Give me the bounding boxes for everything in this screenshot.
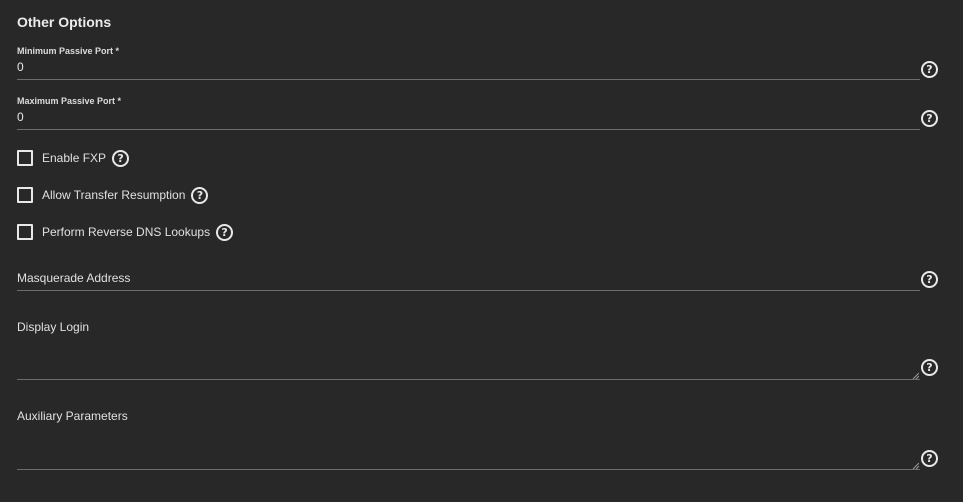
allow-transfer-resumption-help-icon[interactable]: ? xyxy=(191,186,209,204)
min-passive-port-label: Minimum Passive Port * xyxy=(17,46,120,56)
enable-fxp-row[interactable]: Enable FXP ? xyxy=(17,149,130,167)
masquerade-address-help-icon[interactable]: ? xyxy=(921,271,938,288)
masquerade-address-label: Masquerade Address xyxy=(17,271,131,285)
display-login-textarea[interactable] xyxy=(17,335,920,379)
display-login-resize-handle[interactable] xyxy=(912,372,919,379)
min-passive-port-input[interactable]: 0 xyxy=(17,59,920,75)
allow-transfer-resumption-checkbox[interactable] xyxy=(17,187,33,203)
enable-fxp-help-icon[interactable]: ? xyxy=(112,149,130,167)
max-passive-port-help-icon[interactable]: ? xyxy=(921,110,938,127)
auxiliary-parameters-underline xyxy=(17,469,920,470)
display-login-label: Display Login xyxy=(17,320,90,334)
auxiliary-parameters-textarea[interactable] xyxy=(17,424,920,469)
reverse-dns-help-icon[interactable]: ? xyxy=(216,223,234,241)
reverse-dns-checkbox[interactable] xyxy=(17,224,33,240)
max-passive-port-underline xyxy=(17,129,920,130)
auxiliary-parameters-resize-handle[interactable] xyxy=(912,462,919,469)
allow-transfer-resumption-label[interactable]: Allow Transfer Resumption xyxy=(42,188,185,202)
allow-transfer-resumption-row[interactable]: Allow Transfer Resumption ? xyxy=(17,186,209,204)
section-title: Other Options xyxy=(17,14,112,30)
auxiliary-parameters-field[interactable]: Auxiliary Parameters xyxy=(17,408,920,470)
reverse-dns-label[interactable]: Perform Reverse DNS Lookups xyxy=(42,225,210,239)
min-passive-port-help-icon[interactable]: ? xyxy=(921,61,938,78)
auxiliary-parameters-help-icon[interactable]: ? xyxy=(921,450,938,467)
masquerade-address-field[interactable]: Masquerade Address xyxy=(17,270,920,291)
max-passive-port-field: Maximum Passive Port * 0 xyxy=(17,96,920,130)
reverse-dns-row[interactable]: Perform Reverse DNS Lookups ? xyxy=(17,223,234,241)
display-login-field[interactable]: Display Login xyxy=(17,319,920,380)
enable-fxp-checkbox[interactable] xyxy=(17,150,33,166)
min-passive-port-field: Minimum Passive Port * 0 xyxy=(17,46,920,80)
display-login-underline xyxy=(17,379,920,380)
max-passive-port-input[interactable]: 0 xyxy=(17,109,920,125)
enable-fxp-label[interactable]: Enable FXP xyxy=(42,151,106,165)
display-login-help-icon[interactable]: ? xyxy=(921,359,938,376)
auxiliary-parameters-label: Auxiliary Parameters xyxy=(17,409,128,423)
max-passive-port-label: Maximum Passive Port * xyxy=(17,96,122,106)
min-passive-port-underline xyxy=(17,79,920,80)
masquerade-address-underline xyxy=(17,290,920,291)
other-options-panel: Other Options Minimum Passive Port * 0 ?… xyxy=(0,0,963,502)
